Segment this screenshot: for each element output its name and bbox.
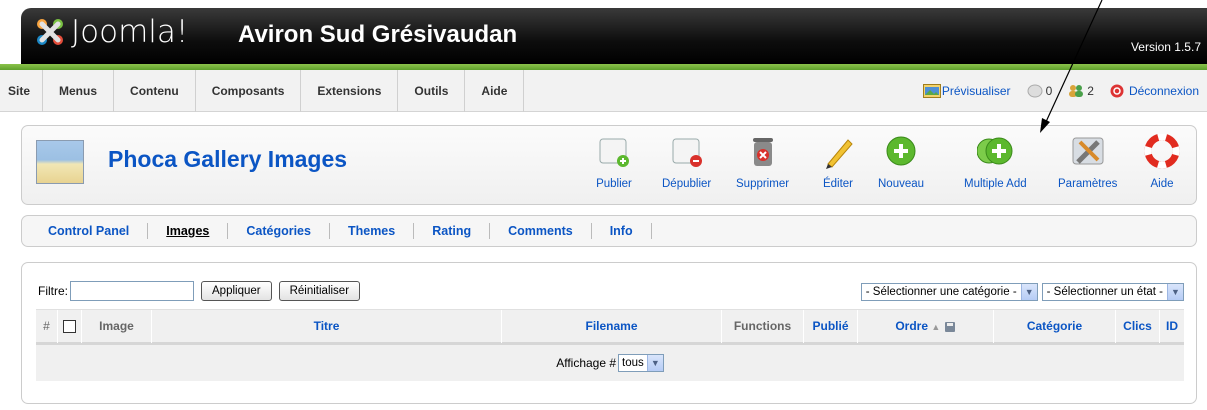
col-number: # <box>36 310 58 343</box>
col-clicks[interactable]: Clics <box>1116 310 1160 343</box>
tab-comments[interactable]: Comments <box>490 223 592 239</box>
logout-link[interactable]: Déconnexion <box>1110 84 1199 99</box>
images-table: # Image Titre Filename Functions Publié … <box>36 309 1184 381</box>
sort-asc-icon: ▲ <box>931 322 941 332</box>
publish-button[interactable]: Publier <box>596 134 632 190</box>
col-functions: Functions <box>722 310 804 343</box>
delete-button[interactable]: Supprimer <box>736 134 789 190</box>
publish-icon <box>596 134 632 170</box>
messages-count: 0 <box>1045 83 1053 98</box>
content-panel: Filtre: Appliquer Réinitialiser - Sélect… <box>21 262 1197 404</box>
menu-site[interactable]: Site <box>0 70 44 112</box>
page-title: Phoca Gallery Images <box>108 146 348 172</box>
chevron-down-icon: ▼ <box>1167 284 1183 300</box>
multiple-add-button[interactable]: Multiple Add <box>964 134 1027 190</box>
col-filename[interactable]: Filename <box>502 310 722 343</box>
reset-button[interactable]: Réinitialiser <box>278 281 361 301</box>
chevron-down-icon: ▼ <box>1020 284 1037 300</box>
admin-page: Joomla! Aviron Sud Grésivaudan Version 1… <box>0 0 1207 410</box>
joomla-logo-text: Joomla! <box>71 14 189 50</box>
help-button[interactable]: Aide <box>1144 133 1180 190</box>
menu-outils[interactable]: Outils <box>398 70 466 112</box>
trash-icon <box>745 134 781 170</box>
page-size-label: Affichage # <box>556 356 617 370</box>
messages-icon <box>1027 84 1043 98</box>
state-select[interactable]: - Sélectionner un état - ▼ <box>1041 283 1184 301</box>
filter-bar: Filtre: Appliquer Réinitialiser <box>38 281 367 301</box>
users-count: 2 <box>1087 83 1094 98</box>
multiple-add-icon <box>976 134 1013 170</box>
lifebuoy-icon <box>1144 133 1180 170</box>
preview-link[interactable]: Prévisualiser <box>922 84 1011 99</box>
col-category[interactable]: Catégorie <box>994 310 1116 343</box>
status-area: Prévisualiser 0 2 Déconnexion <box>922 70 1199 112</box>
category-select[interactable]: - Sélectionner une catégorie - ▼ <box>860 283 1038 301</box>
tools-icon <box>1070 134 1106 170</box>
unpublish-icon <box>669 134 705 170</box>
col-published[interactable]: Publié <box>804 310 858 343</box>
col-image: Image <box>82 310 152 343</box>
users-icon <box>1068 84 1084 98</box>
new-button[interactable]: Nouveau <box>878 134 924 190</box>
joomla-logo: Joomla! <box>33 14 188 50</box>
header-bar: Joomla! Aviron Sud Grésivaudan Version 1… <box>21 8 1207 64</box>
pencil-icon <box>820 134 856 170</box>
save-order-icon[interactable] <box>944 319 956 333</box>
tab-themes[interactable]: Themes <box>330 223 415 239</box>
select-all-checkbox[interactable] <box>63 320 76 334</box>
table-header: # Image Titre Filename Functions Publié … <box>36 309 1184 345</box>
filter-label: Filtre: <box>38 284 68 298</box>
component-submenu: Control Panel Images Catégories Themes R… <box>21 215 1197 247</box>
add-icon <box>883 134 919 170</box>
parameters-button[interactable]: Paramètres <box>1058 134 1117 190</box>
tab-images[interactable]: Images <box>148 223 229 239</box>
menu-composants[interactable]: Composants <box>196 70 302 112</box>
menu-extensions[interactable]: Extensions <box>301 70 399 112</box>
toolbar-panel: Phoca Gallery Images Publier Dépublier S… <box>21 125 1197 205</box>
tab-info[interactable]: Info <box>592 223 652 239</box>
menu-aide[interactable]: Aide <box>465 70 525 112</box>
page-size-select[interactable]: tous ▼ <box>618 354 664 372</box>
users-link[interactable]: 2 <box>1068 84 1094 99</box>
messages-link[interactable]: 0 <box>1027 83 1053 99</box>
tab-categories[interactable]: Catégories <box>228 223 330 239</box>
logout-icon <box>1110 84 1126 98</box>
tab-control-panel[interactable]: Control Panel <box>30 223 149 239</box>
unpublish-button[interactable]: Dépublier <box>662 134 711 190</box>
filter-selects: - Sélectionner une catégorie - ▼ - Sélec… <box>860 283 1184 301</box>
menu-menus[interactable]: Menus <box>43 70 115 112</box>
apply-button[interactable]: Appliquer <box>201 281 272 301</box>
tab-rating[interactable]: Rating <box>414 223 491 239</box>
main-menubar: Site Menus Contenu Composants Extensions… <box>0 70 1207 112</box>
gallery-images-icon <box>36 140 84 184</box>
col-id[interactable]: ID <box>1160 310 1184 343</box>
edit-button[interactable]: Éditer <box>820 134 856 190</box>
chevron-down-icon: ▼ <box>646 355 663 371</box>
site-name: Aviron Sud Grésivaudan <box>238 21 518 48</box>
joomla-logo-icon <box>33 15 67 49</box>
table-footer: Affichage # tous ▼ <box>36 345 1184 381</box>
version-label: Version 1.5.7 <box>1130 40 1201 54</box>
col-select-all <box>58 310 82 343</box>
menu-contenu[interactable]: Contenu <box>114 70 196 112</box>
filter-input[interactable] <box>70 281 194 301</box>
col-order[interactable]: Ordre ▲ <box>858 310 994 343</box>
preview-icon <box>922 84 941 99</box>
col-title[interactable]: Titre <box>152 310 502 343</box>
